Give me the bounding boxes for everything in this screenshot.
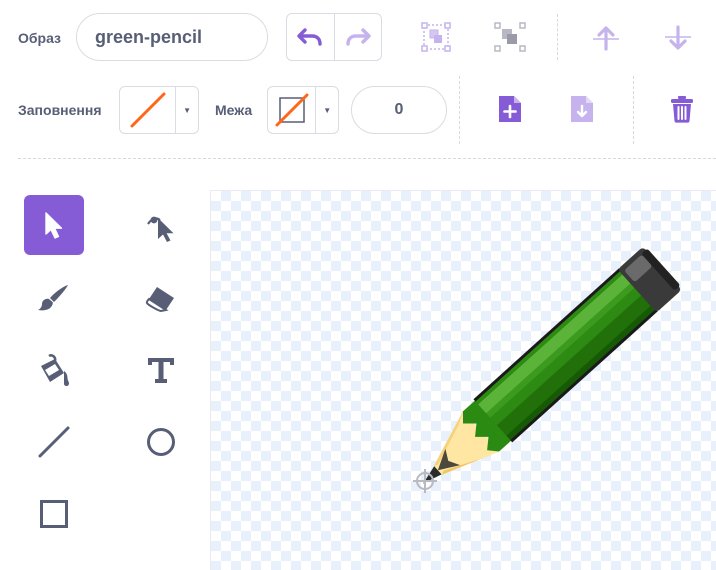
eraser-tool[interactable] <box>131 268 191 328</box>
trash-icon <box>671 96 693 123</box>
reshape-icon <box>147 216 174 242</box>
costume-name-input[interactable] <box>76 13 268 61</box>
undo-icon <box>297 28 322 46</box>
fill-label: Заповнення <box>18 102 102 118</box>
chevron-down-icon[interactable]: ▼ <box>315 87 338 133</box>
brush-tool[interactable] <box>24 268 84 328</box>
paste-button[interactable] <box>494 92 526 126</box>
line-tool[interactable] <box>24 412 84 472</box>
divider <box>633 76 634 144</box>
outline-label: Межа <box>215 102 253 118</box>
text-icon <box>148 358 174 383</box>
brush-icon <box>38 285 68 311</box>
outline-width-input[interactable] <box>351 86 447 134</box>
arrow-down-icon <box>665 25 691 50</box>
rectangle-tool[interactable] <box>24 484 84 544</box>
outline-color-picker[interactable]: ▼ <box>267 86 339 134</box>
circle-icon <box>147 428 175 456</box>
arrow-up-icon <box>593 26 619 51</box>
copy-button[interactable] <box>566 92 598 126</box>
drawing-canvas[interactable] <box>210 190 716 570</box>
backward-button[interactable] <box>661 22 695 54</box>
fill-line-icon <box>130 92 166 128</box>
line-icon <box>38 426 70 458</box>
forward-button[interactable] <box>589 22 623 54</box>
redo-button[interactable] <box>333 14 382 60</box>
eraser-icon <box>145 287 174 313</box>
page-download-icon <box>571 96 593 122</box>
paint-editor: Образ green-pencil Заповнення ▼ Межа ▼ 0 <box>0 0 716 570</box>
reshape-tool[interactable] <box>131 195 191 255</box>
divider <box>557 14 558 60</box>
redo-icon <box>346 28 371 46</box>
divider <box>459 76 460 144</box>
fill-tool[interactable] <box>24 340 84 400</box>
undo-button[interactable] <box>287 14 334 60</box>
outline-color-icon <box>275 93 309 127</box>
toolbar-divider <box>18 158 716 159</box>
group-button[interactable] <box>418 20 454 54</box>
page-add-icon <box>499 96 521 122</box>
ungroup-button[interactable] <box>492 20 528 54</box>
costume-label: Образ <box>18 30 62 46</box>
chevron-down-icon[interactable]: ▼ <box>175 87 198 133</box>
pencil-sprite <box>413 248 681 493</box>
fill-swatch[interactable] <box>120 87 175 133</box>
cursor-icon <box>45 212 63 239</box>
select-tool[interactable] <box>24 195 84 255</box>
group-icon <box>421 22 451 52</box>
rectangle-icon <box>40 500 68 528</box>
paint-bucket-icon <box>41 354 69 386</box>
circle-tool[interactable] <box>131 412 191 472</box>
text-tool[interactable] <box>131 340 191 400</box>
delete-button[interactable] <box>666 92 698 126</box>
undo-redo-group <box>286 13 382 61</box>
fill-color-picker[interactable]: ▼ <box>119 86 199 134</box>
outline-swatch[interactable] <box>268 87 315 133</box>
ungroup-icon <box>494 22 526 52</box>
